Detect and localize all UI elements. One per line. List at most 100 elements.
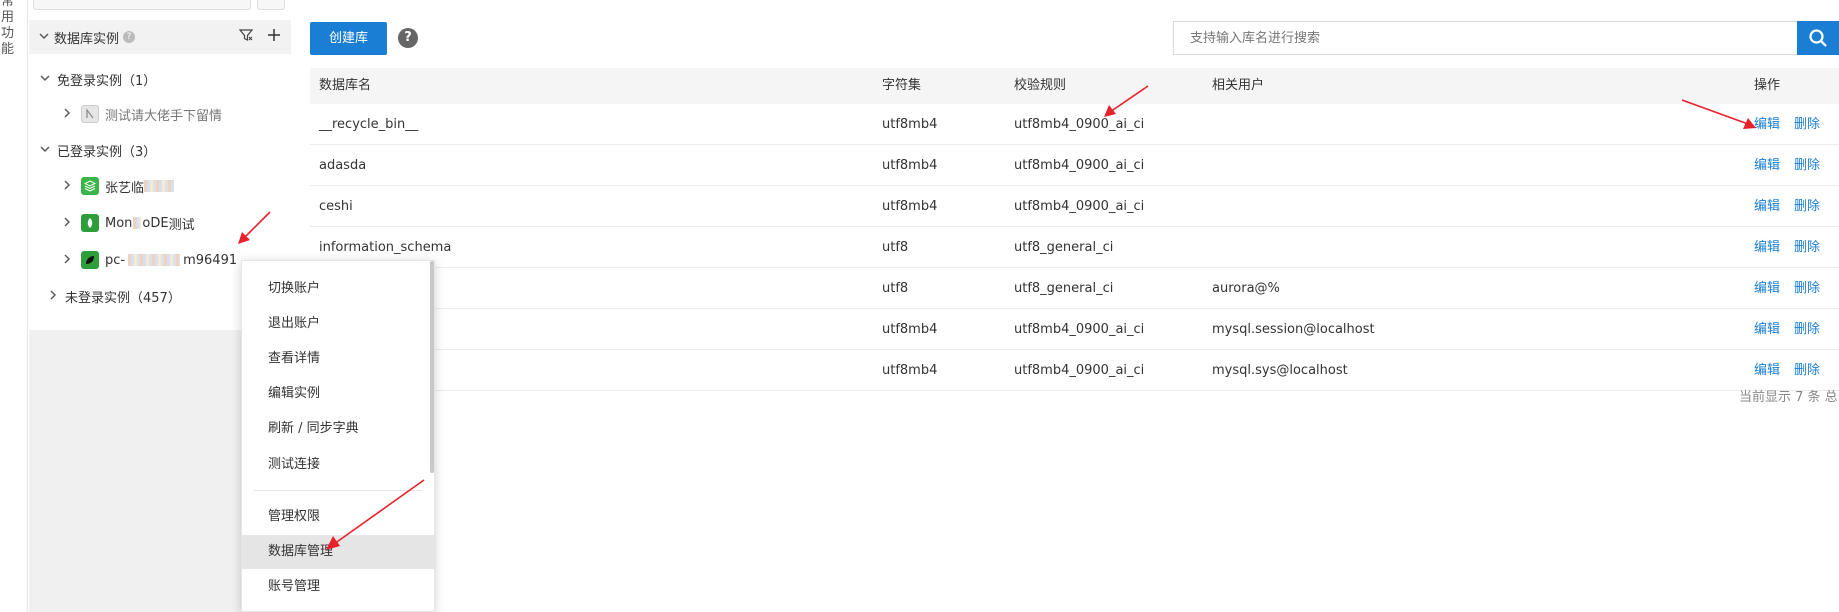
table-row: ceshi utf8mb4 utf8mb4_0900_ai_ci 编辑 删除 xyxy=(310,186,1839,227)
cell-name: ceshi xyxy=(319,199,353,214)
database-search-input[interactable] xyxy=(1173,21,1797,55)
table-row: adasda utf8mb4 utf8mb4_0900_ai_ci 编辑 删除 xyxy=(310,145,1839,186)
chevron-right-icon[interactable] xyxy=(59,179,75,193)
column-header-collation: 校验规则 xyxy=(1014,78,1067,93)
edit-link[interactable]: 编辑 xyxy=(1754,268,1780,309)
annotation-arrow-edit xyxy=(1681,99,1756,129)
chevron-down-icon[interactable] xyxy=(36,30,52,44)
menu-item-refresh-sync[interactable]: 刷新 / 同步字典 xyxy=(242,412,436,446)
filter-icon[interactable] xyxy=(238,28,254,46)
delete-link[interactable]: 删除 xyxy=(1794,227,1820,268)
column-header-charset: 字符集 xyxy=(882,78,922,93)
tree-instance-label: 测试请大佬手下留情 xyxy=(105,108,223,124)
tree-instance-label-suffix: 测试 xyxy=(168,217,195,233)
leaf-icon xyxy=(81,251,99,269)
chevron-right-icon[interactable] xyxy=(59,253,75,267)
cell-users: mysql.sys@localhost xyxy=(1212,363,1348,378)
cell-collation: utf8mb4_0900_ai_ci xyxy=(1014,322,1145,337)
table-row: utf8 utf8_general_ci aurora@% 编辑 删除 xyxy=(310,268,1839,309)
cell-users: mysql.session@localhost xyxy=(1212,322,1375,337)
chevron-down-icon[interactable] xyxy=(37,72,53,86)
cell-charset: utf8mb4 xyxy=(882,117,938,132)
stack-icon xyxy=(81,177,99,195)
tree-group-no-login[interactable]: 免登录实例（1） xyxy=(37,65,156,93)
edit-link[interactable]: 编辑 xyxy=(1754,186,1780,227)
instance-context-menu: 切换账户 退出账户 查看详情 编辑实例 刷新 / 同步字典 测试连接 管理权限 … xyxy=(241,260,436,612)
edit-link[interactable]: 编辑 xyxy=(1754,309,1780,350)
cell-charset: utf8mb4 xyxy=(882,158,938,173)
leaf-icon xyxy=(81,214,99,232)
plus-icon[interactable] xyxy=(267,28,281,46)
delete-link[interactable]: 删除 xyxy=(1794,350,1820,391)
cell-charset: utf8mb4 xyxy=(882,363,938,378)
cell-users: aurora@% xyxy=(1212,281,1280,296)
help-icon[interactable]: ? xyxy=(398,28,418,48)
tree-instance-label-suffix: m96491 xyxy=(183,252,238,268)
tree-group-logged-in[interactable]: 已登录实例（3） xyxy=(37,136,156,164)
tree-search-button[interactable] xyxy=(257,0,285,10)
tree-group-label: 已登录实例（3） xyxy=(57,144,157,160)
menu-item-logout[interactable]: 退出账户 xyxy=(242,307,436,341)
tree-instance-item[interactable]: Mon oDE 测试 xyxy=(59,209,195,237)
instance-icon xyxy=(81,105,99,123)
cell-charset: utf8mb4 xyxy=(882,322,938,337)
tree-instance-label-mid: oDE xyxy=(142,215,169,231)
edit-link[interactable]: 编辑 xyxy=(1754,350,1780,391)
search-button[interactable] xyxy=(1797,21,1839,55)
tree-instance-label-prefix: pc- xyxy=(105,252,126,268)
menu-item-account-management[interactable]: 账号管理 xyxy=(242,570,436,604)
help-icon[interactable]: ? xyxy=(123,31,136,43)
redacted-text xyxy=(133,217,142,229)
cell-collation: utf8mb4_0900_ai_ci xyxy=(1014,158,1145,173)
cell-name: __recycle_bin__ xyxy=(319,117,419,132)
tree-group-label: 免登录实例（1） xyxy=(57,73,157,89)
menu-item-edit-instance[interactable]: 编辑实例 xyxy=(242,377,436,411)
cell-collation: utf8_general_ci xyxy=(1014,281,1114,296)
chevron-down-icon[interactable] xyxy=(37,143,53,157)
main-panel: 创建库 ? 数据库名 字符集 校验规则 相关用户 操作 __recycle_bi… xyxy=(292,0,1839,612)
cell-collation: utf8mb4_0900_ai_ci xyxy=(1014,199,1145,214)
cell-charset: utf8 xyxy=(882,240,909,255)
table-row: utf8mb4 utf8mb4_0900_ai_ci mysql.sys@loc… xyxy=(310,350,1839,391)
tree-instance-item[interactable]: pc- m96491 xyxy=(59,246,237,274)
table-row: information_schema utf8 utf8_general_ci … xyxy=(310,227,1839,268)
chevron-right-icon[interactable] xyxy=(45,289,61,303)
common-functions-label[interactable]: 常用功能 xyxy=(1,0,15,58)
cell-name: adasda xyxy=(319,158,367,173)
annotation-arrow-collation xyxy=(1104,85,1149,117)
delete-link[interactable]: 删除 xyxy=(1794,104,1820,145)
edit-link[interactable]: 编辑 xyxy=(1754,227,1780,268)
app-root: 常用功能 数据库实例 ? 免登录实例（1） 测试请大佬手下留情 已登录实例（3）… xyxy=(0,0,1839,612)
tree-search-input[interactable] xyxy=(33,0,251,10)
annotation-arrow-menu xyxy=(326,479,425,550)
column-header-name: 数据库名 xyxy=(319,78,372,93)
delete-link[interactable]: 删除 xyxy=(1794,309,1820,350)
tree-group-label: 未登录实例（457） xyxy=(65,290,181,306)
menu-item-switch-account[interactable]: 切换账户 xyxy=(242,272,436,306)
tree-instance-item[interactable]: 张艺临 xyxy=(59,172,175,200)
chevron-right-icon[interactable] xyxy=(59,107,75,121)
table-row: ma utf8mb4 utf8mb4_0900_ai_ci mysql.sess… xyxy=(310,309,1839,350)
tree-instance-label-prefix: Mon xyxy=(105,215,133,231)
edit-link[interactable]: 编辑 xyxy=(1754,145,1780,186)
menu-item-test-connection[interactable]: 测试连接 xyxy=(242,448,436,482)
tree-root-database-instances[interactable]: 数据库实例 ? xyxy=(29,20,291,54)
table-row: __recycle_bin__ utf8mb4 utf8mb4_0900_ai_… xyxy=(310,104,1839,145)
left-strip: 常用功能 xyxy=(0,0,28,612)
delete-link[interactable]: 删除 xyxy=(1794,186,1820,227)
tree-group-not-logged-in[interactable]: 未登录实例（457） xyxy=(45,282,181,310)
tree-instance-label: 张艺临 xyxy=(105,180,145,196)
chevron-right-icon[interactable] xyxy=(59,216,75,230)
tree-instance-item[interactable]: 测试请大佬手下留情 xyxy=(59,100,222,128)
menu-item-view-details[interactable]: 查看详情 xyxy=(242,342,436,376)
redacted-text xyxy=(144,180,175,192)
create-database-button[interactable]: 创建库 xyxy=(310,22,387,55)
cell-collation: utf8_general_ci xyxy=(1014,240,1114,255)
pagination-summary: 当前显示 7 条 总 xyxy=(1739,390,1838,405)
cell-collation: utf8mb4_0900_ai_ci xyxy=(1014,363,1145,378)
delete-link[interactable]: 删除 xyxy=(1794,268,1820,309)
tree-root-label: 数据库实例 xyxy=(54,31,120,47)
cell-charset: utf8 xyxy=(882,281,909,296)
delete-link[interactable]: 删除 xyxy=(1794,145,1820,186)
cell-charset: utf8mb4 xyxy=(882,199,938,214)
